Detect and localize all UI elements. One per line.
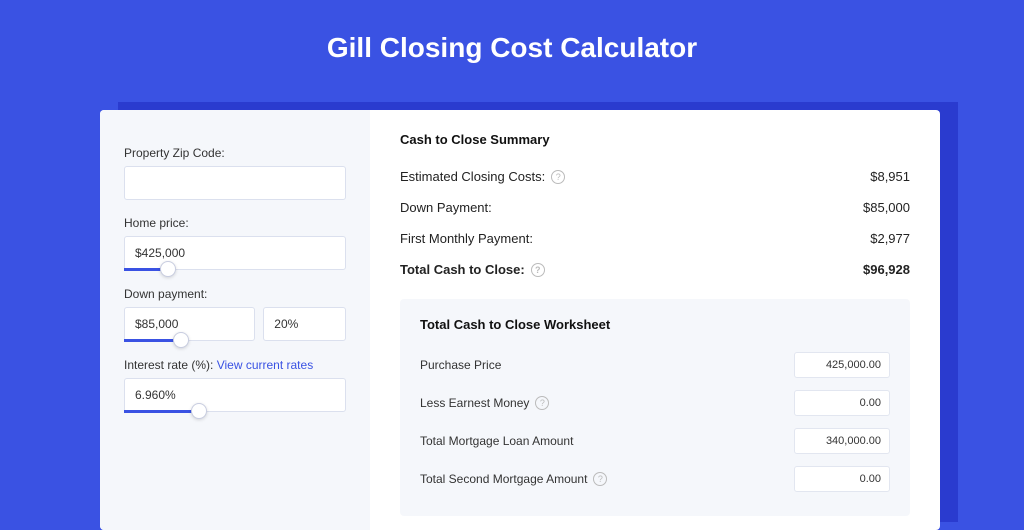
calculator-card: Property Zip Code: Home price: Down paym… (100, 110, 940, 530)
summary-label: Estimated Closing Costs: (400, 169, 545, 184)
home-price-slider[interactable] (124, 268, 346, 271)
interest-group: Interest rate (%): View current rates (124, 358, 346, 413)
help-icon[interactable]: ? (531, 263, 545, 277)
ws-row-second-mortgage: Total Second Mortgage Amount ? (420, 460, 890, 498)
summary-label: First Monthly Payment: (400, 231, 533, 246)
summary-total-value: $96,928 (863, 262, 910, 277)
results-panel: Cash to Close Summary Estimated Closing … (370, 110, 940, 530)
ws-input-second-mortgage[interactable] (794, 466, 890, 492)
interest-input[interactable] (124, 378, 346, 412)
down-payment-group: Down payment: (124, 287, 346, 342)
worksheet-card: Total Cash to Close Worksheet Purchase P… (400, 299, 910, 516)
summary-title: Cash to Close Summary (400, 132, 910, 147)
inputs-panel: Property Zip Code: Home price: Down paym… (100, 110, 370, 530)
ws-input-purchase-price[interactable] (794, 352, 890, 378)
home-price-group: Home price: (124, 216, 346, 271)
ws-row-mortgage-amount: Total Mortgage Loan Amount (420, 422, 890, 460)
ws-input-mortgage-amount[interactable] (794, 428, 890, 454)
home-price-input[interactable] (124, 236, 346, 270)
summary-total-label: Total Cash to Close: (400, 262, 525, 277)
summary-label: Down Payment: (400, 200, 492, 215)
down-payment-input[interactable] (124, 307, 255, 341)
help-icon[interactable]: ? (535, 396, 549, 410)
worksheet-title: Total Cash to Close Worksheet (420, 317, 890, 332)
help-icon[interactable]: ? (551, 170, 565, 184)
interest-slider[interactable] (124, 410, 346, 413)
zip-label: Property Zip Code: (124, 146, 346, 160)
summary-row-first-payment: First Monthly Payment: $2,977 (400, 223, 910, 254)
down-payment-slider[interactable] (124, 339, 346, 342)
summary-value: $2,977 (870, 231, 910, 246)
summary-row-closing-costs: Estimated Closing Costs: ? $8,951 (400, 161, 910, 192)
summary-value: $8,951 (870, 169, 910, 184)
summary-row-down-payment: Down Payment: $85,000 (400, 192, 910, 223)
ws-label: Total Second Mortgage Amount (420, 472, 587, 486)
ws-row-purchase-price: Purchase Price (420, 346, 890, 384)
down-payment-pct-input[interactable] (263, 307, 346, 341)
ws-row-earnest-money: Less Earnest Money ? (420, 384, 890, 422)
summary-row-total: Total Cash to Close: ? $96,928 (400, 254, 910, 285)
ws-input-earnest-money[interactable] (794, 390, 890, 416)
ws-label: Less Earnest Money (420, 396, 529, 410)
view-rates-link[interactable]: View current rates (217, 358, 314, 372)
zip-input[interactable] (124, 166, 346, 200)
down-payment-label: Down payment: (124, 287, 346, 301)
interest-label: Interest rate (%): View current rates (124, 358, 346, 372)
home-price-label: Home price: (124, 216, 346, 230)
ws-label: Total Mortgage Loan Amount (420, 434, 573, 448)
ws-label: Purchase Price (420, 358, 501, 372)
help-icon[interactable]: ? (593, 472, 607, 486)
summary-value: $85,000 (863, 200, 910, 215)
zip-group: Property Zip Code: (124, 146, 346, 200)
page-title: Gill Closing Cost Calculator (0, 0, 1024, 88)
interest-label-text: Interest rate (%): (124, 358, 217, 372)
